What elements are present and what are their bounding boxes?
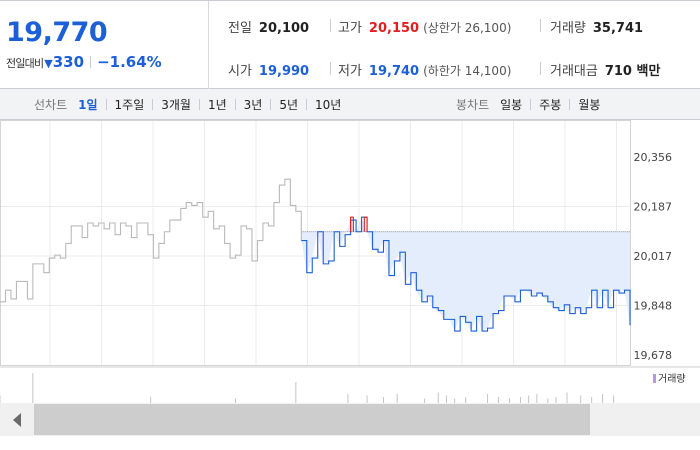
divider: [569, 98, 571, 110]
period-1y-button[interactable]: 1년: [207, 96, 228, 113]
period-1d-button[interactable]: 1일: [77, 96, 98, 113]
change-label: 전일대비: [6, 57, 44, 70]
quote-summary: 19,770 전일대비▼330 −1.64% 전일 20,100 고가 20,150(…: [0, 0, 700, 89]
volume-label: 거래량: [550, 21, 586, 36]
stock-chart-widget: 19,770 전일대비▼330 −1.64% 전일 20,100 고가 20,150(…: [0, 0, 700, 450]
trade-value-value: 710 백만: [604, 64, 661, 79]
prev-close-label: 전일: [228, 21, 252, 36]
prev-close-value: 20,100: [258, 21, 310, 36]
current-price: 19,770: [6, 17, 108, 48]
volume-value: 35,741: [592, 21, 644, 36]
y-tick-label: 20,017: [634, 250, 673, 263]
change-row: 전일대비▼330 −1.64%: [6, 53, 162, 71]
high-value: 20,150: [368, 21, 420, 36]
divider: [330, 62, 331, 75]
divider: [90, 56, 92, 68]
low-label: 저가: [338, 64, 362, 79]
scroll-thumb[interactable]: [34, 404, 590, 435]
divider: [530, 98, 532, 110]
monthly-candle-button[interactable]: 월봉: [577, 96, 601, 113]
weekly-candle-button[interactable]: 주봉: [538, 96, 562, 113]
change-amount: 330: [52, 53, 85, 71]
divider: [270, 98, 272, 110]
divider: [152, 98, 154, 110]
divider: [540, 19, 541, 32]
scroll-left-button[interactable]: [0, 403, 33, 436]
line-chart-periods: 선차트 1일 1주일 3개월 1년 3년 5년 10년: [34, 89, 342, 119]
y-tick-label: 20,187: [634, 201, 673, 214]
period-10y-button[interactable]: 10년: [314, 96, 342, 113]
volume-cell: 거래량 35,741: [550, 17, 643, 36]
trade-value-label: 거래대금: [550, 64, 598, 79]
divider: [540, 62, 541, 75]
lower-limit: (하한가 14,100): [423, 64, 512, 78]
divider: [306, 98, 308, 110]
trade-value-cell: 거래대금 710 백만: [550, 60, 660, 79]
line-chart-label: 선차트: [34, 97, 68, 112]
candle-chart-label: 봉차트: [456, 97, 490, 112]
y-tick-label: 19,848: [634, 300, 673, 313]
horizontal-scrollbar[interactable]: [0, 403, 700, 436]
period-3y-button[interactable]: 3년: [243, 96, 264, 113]
volume-legend-label: 거래량: [658, 373, 686, 385]
divider: [198, 98, 200, 110]
candle-chart-periods: 봉차트 일봉 주봉 월봉: [456, 89, 601, 119]
upper-limit: (상한가 26,100): [423, 21, 512, 35]
low-value: 19,740: [368, 64, 420, 79]
divider: [234, 98, 236, 110]
open-label: 시가: [228, 64, 252, 79]
high-label: 고가: [338, 21, 362, 36]
high-cell: 고가 20,150 (상한가 26,100): [338, 17, 511, 36]
volume-legend-swatch: [653, 374, 656, 383]
low-cell: 저가 19,740 (하한가 14,100): [338, 60, 511, 79]
down-triangle-icon: ▼: [44, 57, 53, 70]
open-cell: 시가 19,990: [228, 60, 309, 79]
divider: [330, 19, 331, 32]
change-rate: −1.64%: [97, 53, 162, 71]
divider: [105, 98, 107, 110]
open-value: 19,990: [258, 64, 310, 79]
period-toolbar: 선차트 1일 1주일 3개월 1년 3년 5년 10년 봉차트 일봉 주봉 월봉: [0, 89, 700, 120]
period-5y-button[interactable]: 5년: [278, 96, 299, 113]
period-1w-button[interactable]: 1주일: [114, 96, 146, 113]
y-tick-label: 19,678: [634, 349, 673, 362]
daily-candle-button[interactable]: 일봉: [499, 96, 523, 113]
y-tick-label: 20,356: [634, 151, 673, 164]
period-3m-button[interactable]: 3개월: [160, 96, 192, 113]
price-box: 19,770 전일대비▼330 −1.64%: [0, 1, 209, 89]
left-arrow-icon: [12, 412, 21, 427]
prev-close-cell: 전일 20,100: [228, 17, 309, 36]
price-chart: 20,356 20,187 20,017 19,848 19,678 거래량: [0, 120, 700, 403]
